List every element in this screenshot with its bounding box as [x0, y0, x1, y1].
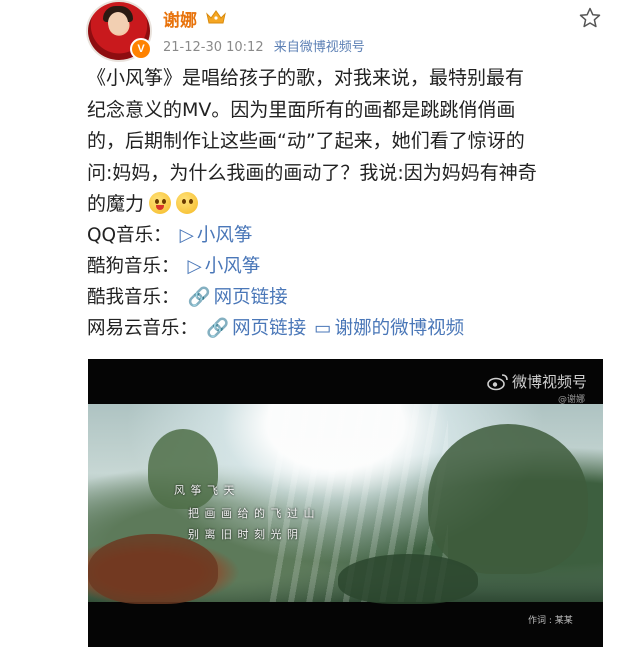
music-link-row-kugou: 酷狗音乐： ▷ 小风筝: [87, 251, 464, 282]
plant-foliage: [88, 534, 218, 604]
qq-music-link[interactable]: ▷ 小风筝: [180, 225, 253, 246]
video-credit: 作词 : 某某: [528, 616, 573, 626]
tongue-emoji-icon: [149, 192, 172, 214]
music-link-row-qq: QQ音乐： ▷ 小风筝: [87, 220, 464, 251]
link-icon: 🔗: [187, 287, 211, 308]
play-icon: ▷: [179, 225, 194, 246]
kugou-music-link[interactable]: ▷ 小风筝: [188, 256, 261, 277]
platform-label: 酷狗音乐：: [87, 256, 180, 277]
platform-label: QQ音乐：: [87, 225, 172, 246]
video-icon: ▭: [314, 318, 332, 339]
avatar-face: [108, 12, 128, 34]
netease-web-link[interactable]: 🔗 网页链接: [206, 318, 306, 339]
weibo-video-link[interactable]: ▭ 谢娜的微博视频: [314, 318, 464, 339]
video-lyric-line: 别 离 旧 时 刻 光 阴: [188, 528, 299, 541]
post-line: 的魔力: [87, 189, 607, 221]
play-icon: ▷: [187, 256, 202, 277]
video-lyric-line: 风 筝 飞 天: [174, 484, 236, 497]
plant-foliage: [428, 424, 588, 574]
awkward-emoji-icon: [176, 192, 199, 214]
platform-label: 酷我音乐：: [87, 287, 180, 308]
post-timestamp: 21-12-30 10:12: [163, 40, 264, 55]
kuwo-web-link[interactable]: 🔗 网页链接: [188, 287, 288, 308]
music-links: QQ音乐： ▷ 小风筝 酷狗音乐： ▷ 小风筝 酷我音乐： 🔗 网页链接 网易云音乐： 🔗 网页…: [87, 220, 464, 344]
post-line: 纪念意义的MV。因为里面所有的画都是跳跳俏俏画: [87, 98, 516, 121]
post-source-link[interactable]: 来自微博视频号: [274, 40, 365, 55]
music-link-row-kuwo: 酷我音乐： 🔗 网页链接: [87, 282, 464, 313]
weibo-logo-icon: [487, 374, 508, 391]
verified-badge-icon: V: [130, 38, 152, 60]
crown-icon: [206, 10, 226, 24]
post-text: 《小风筝》是唱给孩子的歌，对我来说，最特别最有 纪念意义的MV。因为里面所有的画…: [87, 63, 607, 221]
link-icon: 🔗: [206, 318, 230, 339]
post-line: 的，后期制作让这些画“动”了起来，她们看了惊讶的: [87, 130, 525, 152]
video-lyric-line: 把 画 画 给 的 飞 过 山: [188, 507, 316, 520]
favorite-star-icon[interactable]: [578, 6, 602, 30]
post-line: 问:妈妈，为什么我画的画动了？我说:因为妈妈有神奇: [87, 161, 537, 184]
video-frame: 风 筝 飞 天 把 画 画 给 的 飞 过 山 别 离 旧 时 刻 光 阴: [88, 404, 603, 604]
video-player[interactable]: 微博视频号 @谢娜 风 筝 飞 天 把 画 画 给 的 飞 过 山 别 离 旧 …: [88, 359, 603, 647]
video-watermark: 微博视频号: [512, 373, 588, 391]
post-line: 《小风筝》是唱给孩子的歌，对我来说，最特别最有: [87, 67, 525, 89]
plant-foliage: [338, 554, 478, 604]
post-meta: 21-12-30 10:12 来自微博视频号: [163, 36, 365, 55]
username[interactable]: 谢娜: [163, 6, 197, 31]
music-link-row-netease: 网易云音乐： 🔗 网页链接 ▭ 谢娜的微博视频: [87, 313, 464, 344]
platform-label: 网易云音乐：: [87, 318, 199, 339]
